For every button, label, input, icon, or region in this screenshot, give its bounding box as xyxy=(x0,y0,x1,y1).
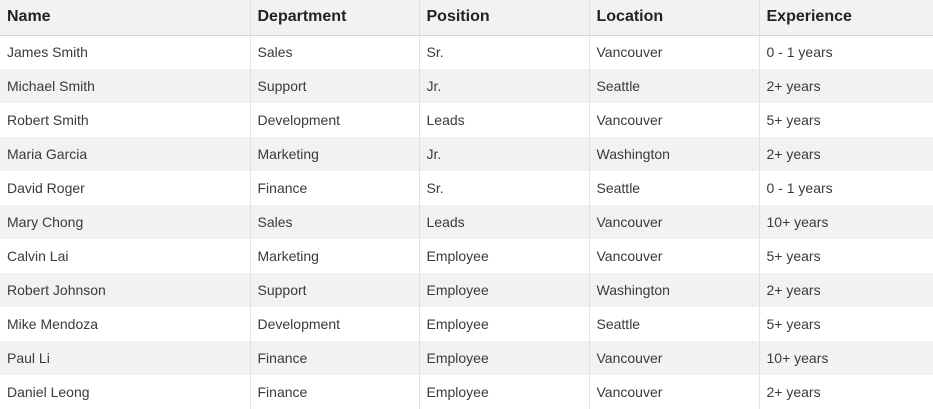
cell-department: Support xyxy=(249,273,419,307)
table-row[interactable]: Mike Mendoza Development Employee Seattl… xyxy=(0,307,933,341)
cell-experience: 10+ years xyxy=(758,205,933,239)
cell-name: Robert Smith xyxy=(7,112,89,128)
cell-location: Vancouver xyxy=(588,103,759,137)
table-row[interactable]: Robert Johnson Support Employee Washingt… xyxy=(0,273,933,307)
cell-department: Marketing xyxy=(249,239,419,273)
cell-position: Employee xyxy=(418,307,589,341)
table-row[interactable]: David Roger Finance Sr. Seattle 0 - 1 ye… xyxy=(0,171,933,205)
cell-name: Michael Smith xyxy=(7,78,95,94)
cell-position: Employee xyxy=(418,239,589,273)
column-header-department[interactable]: Department xyxy=(249,0,419,36)
cell-experience: 0 - 1 years xyxy=(758,35,933,69)
cell-experience: 2+ years xyxy=(758,69,933,103)
table-row[interactable]: Daniel Leong Finance Employee Vancouver … xyxy=(0,375,933,409)
cell-position: Employee xyxy=(418,341,589,375)
cell-name: Calvin Lai xyxy=(7,248,69,264)
cell-name: Mary Chong xyxy=(7,214,84,230)
column-header-location[interactable]: Location xyxy=(588,0,759,36)
table-row[interactable]: Maria Garcia Marketing Jr. Washington 2+… xyxy=(0,137,933,171)
column-header-name[interactable]: Name xyxy=(0,0,250,36)
cell-location: Seattle xyxy=(588,69,759,103)
cell-experience: 5+ years xyxy=(758,103,933,137)
cell-name: Mike Mendoza xyxy=(7,316,99,332)
cell-department: Finance xyxy=(249,341,419,375)
cell-experience: 2+ years xyxy=(758,137,933,171)
cell-position: Leads xyxy=(418,205,589,239)
cell-position: Employee xyxy=(418,375,589,409)
cell-department: Sales xyxy=(249,205,419,239)
cell-experience: 2+ years xyxy=(758,375,933,409)
cell-name: Maria Garcia xyxy=(7,146,88,162)
header-row: Name Department Position Location Experi… xyxy=(0,0,933,36)
cell-experience: 5+ years xyxy=(758,307,933,341)
cell-location: Vancouver xyxy=(588,239,759,273)
cell-name: Daniel Leong xyxy=(7,384,90,400)
cell-position: Sr. xyxy=(418,35,589,69)
cell-position: Jr. xyxy=(418,137,589,171)
cell-location: Vancouver xyxy=(588,375,759,409)
cell-department: Finance xyxy=(249,171,419,205)
cell-name: Robert Johnson xyxy=(7,282,106,298)
cell-location: Vancouver xyxy=(588,341,759,375)
column-header-position[interactable]: Position xyxy=(418,0,589,36)
cell-department: Development xyxy=(249,307,419,341)
cell-experience: 10+ years xyxy=(758,341,933,375)
cell-location: Seattle xyxy=(588,171,759,205)
employee-table: Name Department Position Location Experi… xyxy=(0,0,933,409)
cell-department: Finance xyxy=(249,375,419,409)
cell-department: Development xyxy=(249,103,419,137)
cell-experience: 0 - 1 years xyxy=(758,171,933,205)
cell-location: Washington xyxy=(588,273,759,307)
table-row[interactable]: Calvin Lai Marketing Employee Vancouver … xyxy=(0,239,933,273)
cell-location: Vancouver xyxy=(588,205,759,239)
cell-name: James Smith xyxy=(7,44,88,61)
cell-experience: 2+ years xyxy=(758,273,933,307)
cell-location: Washington xyxy=(588,137,759,171)
cell-position: Sr. xyxy=(418,171,589,205)
table-row[interactable]: Michael Smith Support Jr. Seattle 2+ yea… xyxy=(0,69,933,103)
cell-position: Jr. xyxy=(418,69,589,103)
cell-position: Leads xyxy=(418,103,589,137)
table-row[interactable]: Robert Smith Development Leads Vancouver… xyxy=(0,103,933,137)
table-row[interactable]: Mary Chong Sales Leads Vancouver 10+ yea… xyxy=(0,205,933,239)
cell-department: Marketing xyxy=(249,137,419,171)
cell-name: Paul Li xyxy=(7,350,50,366)
cell-experience: 5+ years xyxy=(758,239,933,273)
cell-name: David Roger xyxy=(7,180,85,196)
table-header: Name Department Position Location Experi… xyxy=(0,0,933,36)
cell-department: Support xyxy=(249,69,419,103)
table-row[interactable]: James Smith Sales Sr. Vancouver 0 - 1 ye… xyxy=(0,35,933,69)
column-header-experience[interactable]: Experience xyxy=(758,0,933,36)
table-row[interactable]: Paul Li Finance Employee Vancouver 10+ y… xyxy=(0,341,933,375)
cell-department: Sales xyxy=(249,35,419,69)
cell-position: Employee xyxy=(418,273,589,307)
table-body: James Smith Sales Sr. Vancouver 0 - 1 ye… xyxy=(0,35,933,409)
cell-location: Seattle xyxy=(588,307,759,341)
cell-location: Vancouver xyxy=(588,35,759,69)
